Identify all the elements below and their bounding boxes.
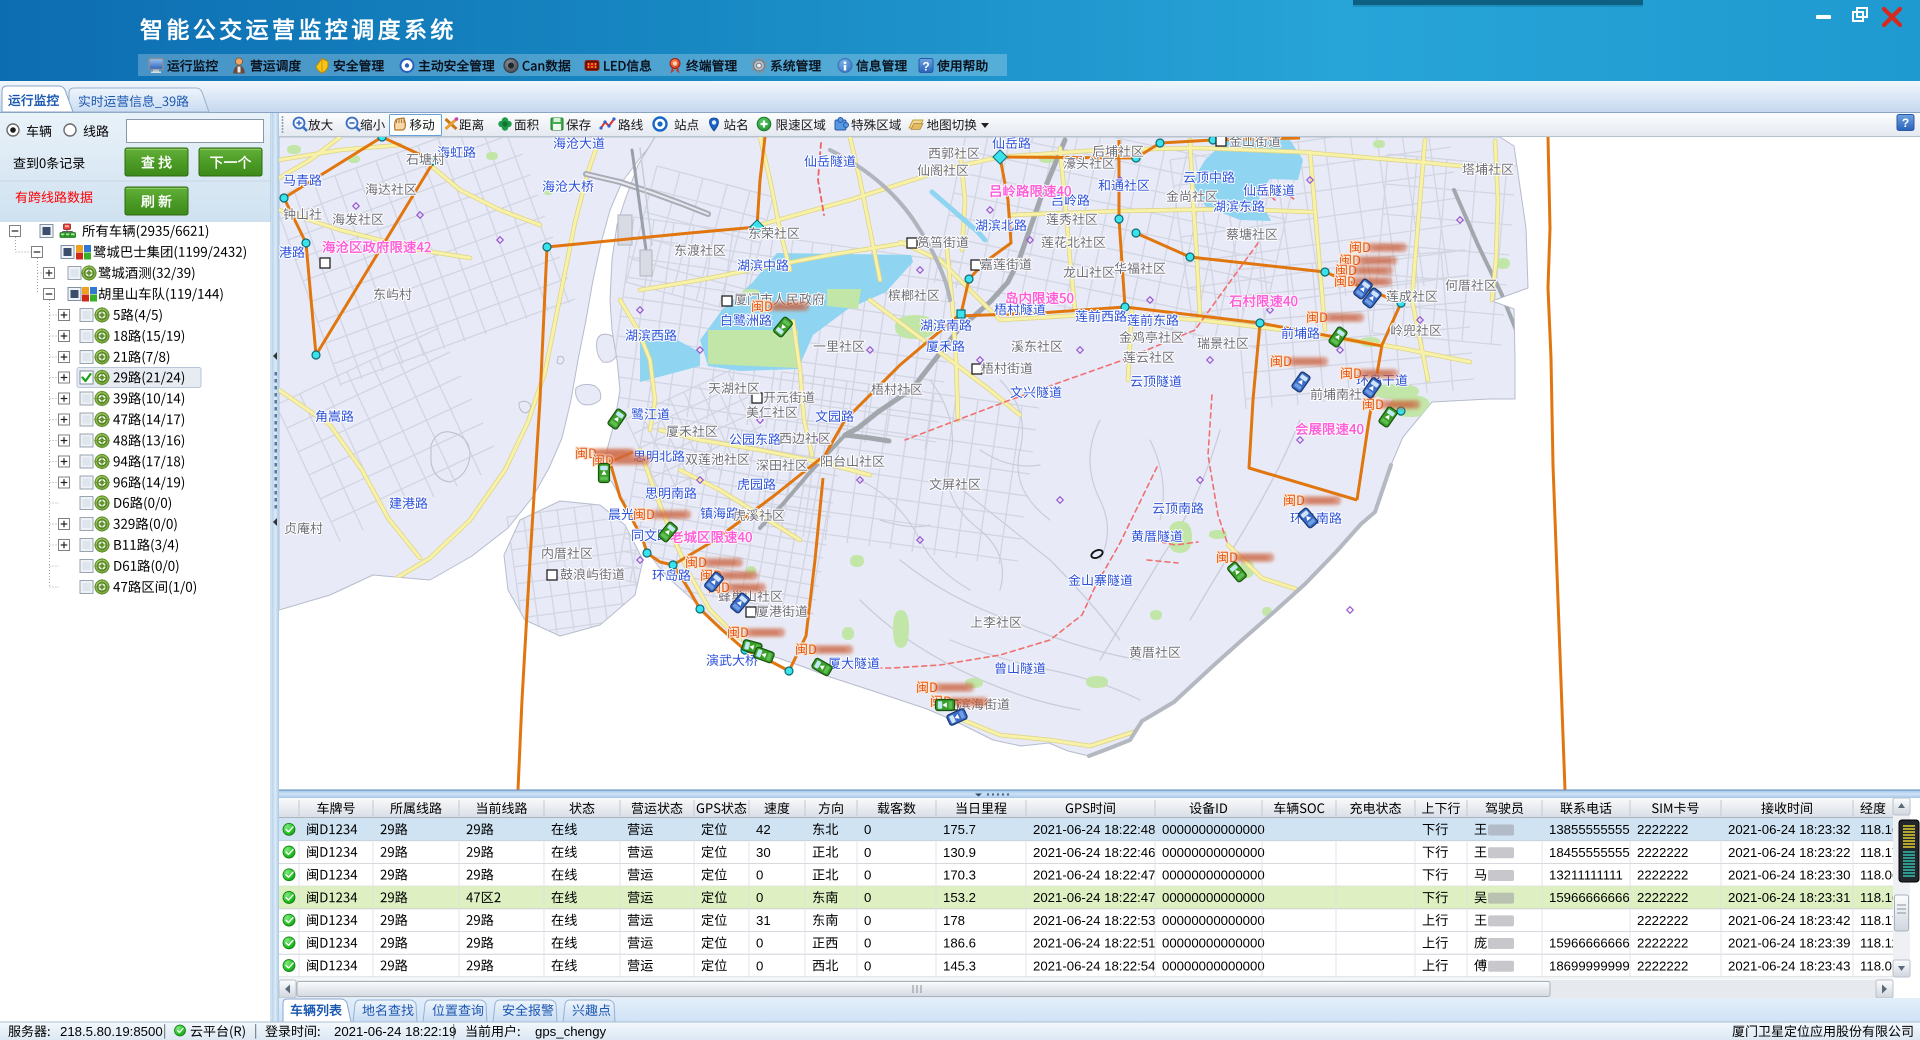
svg-text:130.9: 130.9	[943, 845, 976, 860]
svg-text:2222222: 2222222	[1637, 845, 1688, 860]
svg-text:2021-06-24 18:22:47: 2021-06-24 18:22:47	[1033, 867, 1155, 882]
svg-text:2021-06-24 18:23:42: 2021-06-24 18:23:42	[1728, 913, 1850, 928]
svg-text:2021-06-24 18:22:48: 2021-06-24 18:22:48	[1033, 822, 1155, 837]
svg-text:18455555555: 18455555555	[1549, 845, 1630, 860]
svg-text:00000000000000: 00000000000000	[1162, 958, 1265, 973]
svg-text:0: 0	[756, 867, 763, 882]
svg-text:2021-06-24 18:23:43: 2021-06-24 18:23:43	[1728, 958, 1850, 973]
svg-text:153.2: 153.2	[943, 890, 976, 905]
svg-text:0: 0	[864, 822, 871, 837]
svg-text:2222222: 2222222	[1637, 913, 1688, 928]
svg-text:gps_chengy: gps_chengy	[535, 1024, 607, 1039]
svg-text:2222222: 2222222	[1637, 958, 1688, 973]
svg-text:15966666666: 15966666666	[1549, 890, 1630, 905]
svg-text:218.5.80.19:8500: 218.5.80.19:8500	[60, 1024, 163, 1039]
svg-text:2222222: 2222222	[1637, 936, 1688, 951]
svg-text:18699999999: 18699999999	[1549, 958, 1630, 973]
svg-text:0: 0	[864, 845, 871, 860]
svg-text:?: ?	[1902, 116, 1909, 130]
svg-text:?: ?	[922, 60, 929, 74]
svg-text:42: 42	[756, 822, 771, 837]
svg-text:2021-06-24 18:23:31: 2021-06-24 18:23:31	[1728, 890, 1850, 905]
svg-text:2222222: 2222222	[1637, 890, 1688, 905]
svg-text:145.3: 145.3	[943, 958, 976, 973]
svg-text:2021-06-24 18:22:19: 2021-06-24 18:22:19	[334, 1024, 456, 1039]
svg-text:2021-06-24 18:22:54: 2021-06-24 18:22:54	[1033, 958, 1155, 973]
svg-text:0: 0	[864, 936, 871, 951]
svg-text:00000000000000: 00000000000000	[1162, 936, 1265, 951]
svg-text:170.3: 170.3	[943, 867, 976, 882]
svg-text:2021-06-24 18:23:32: 2021-06-24 18:23:32	[1728, 822, 1850, 837]
svg-text:178: 178	[943, 913, 965, 928]
svg-text:00000000000000: 00000000000000	[1162, 890, 1265, 905]
svg-text:175.7: 175.7	[943, 822, 976, 837]
svg-text:13855555555: 13855555555	[1549, 822, 1630, 837]
svg-text:2021-06-24 18:23:22: 2021-06-24 18:23:22	[1728, 845, 1850, 860]
svg-text:00000000000000: 00000000000000	[1162, 867, 1265, 882]
svg-text:0: 0	[756, 958, 763, 973]
svg-text:2021-06-24 18:22:51: 2021-06-24 18:22:51	[1033, 936, 1155, 951]
svg-text:00000000000000: 00000000000000	[1162, 845, 1265, 860]
svg-text:2021-06-24 18:22:53: 2021-06-24 18:22:53	[1033, 913, 1155, 928]
svg-text:2021-06-24 18:22:46: 2021-06-24 18:22:46	[1033, 845, 1155, 860]
svg-text:0: 0	[756, 936, 763, 951]
svg-text:13211111111: 13211111111	[1549, 867, 1623, 882]
svg-text:2021-06-24 18:23:39: 2021-06-24 18:23:39	[1728, 936, 1850, 951]
svg-text:2222222: 2222222	[1637, 822, 1688, 837]
svg-text:30: 30	[756, 845, 771, 860]
svg-text:2021-06-24 18:22:47: 2021-06-24 18:22:47	[1033, 890, 1155, 905]
svg-text:186.6: 186.6	[943, 936, 976, 951]
svg-text:0: 0	[864, 958, 871, 973]
svg-text:0: 0	[864, 890, 871, 905]
svg-text:00000000000000: 00000000000000	[1162, 822, 1265, 837]
svg-text:0: 0	[864, 867, 871, 882]
svg-text:0: 0	[864, 913, 871, 928]
svg-text:0: 0	[756, 890, 763, 905]
svg-text:00000000000000: 00000000000000	[1162, 913, 1265, 928]
svg-text:15966666666: 15966666666	[1549, 936, 1630, 951]
svg-text:2222222: 2222222	[1637, 867, 1688, 882]
svg-text:2021-06-24 18:23:30: 2021-06-24 18:23:30	[1728, 867, 1850, 882]
svg-text:31: 31	[756, 913, 771, 928]
